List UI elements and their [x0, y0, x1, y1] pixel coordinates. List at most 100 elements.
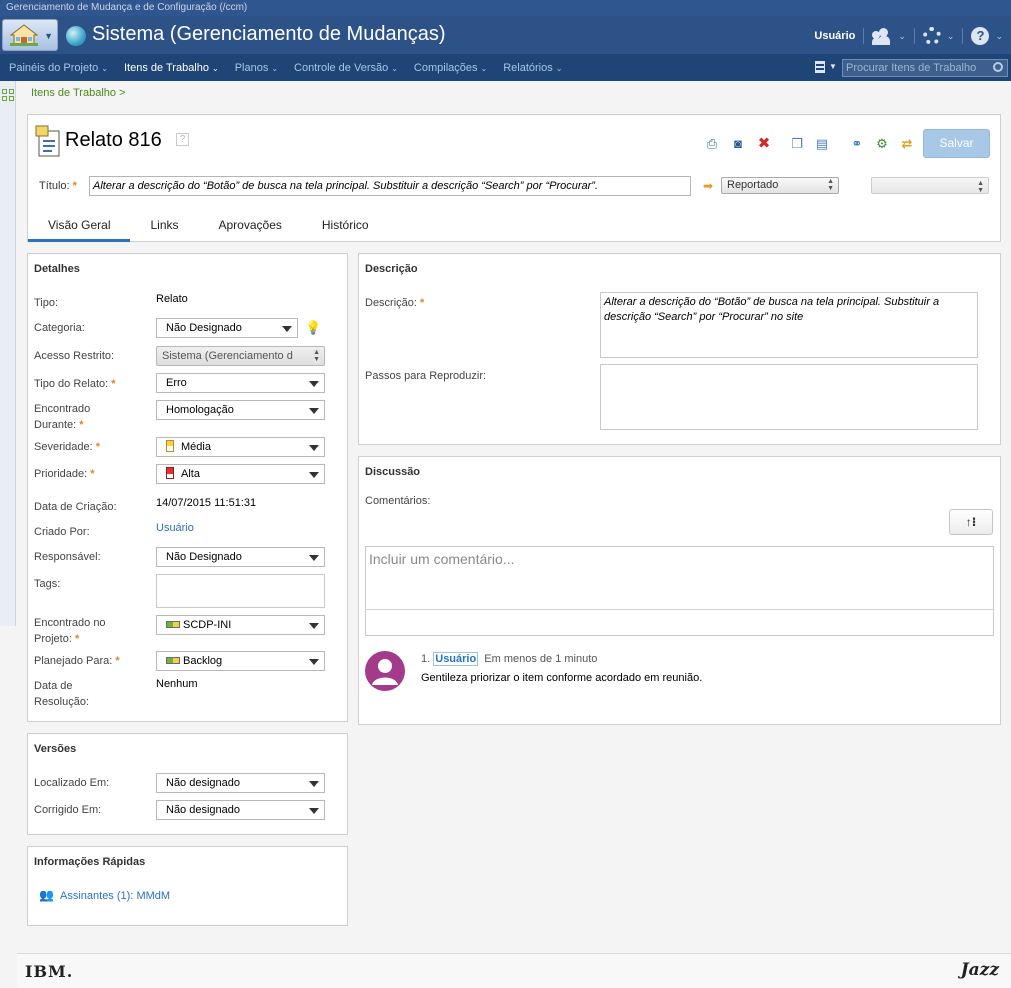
- settings-icon[interactable]: ⚙: [873, 135, 891, 153]
- steps-field[interactable]: [600, 364, 978, 430]
- duplicate-icon[interactable]: ❐: [788, 135, 806, 153]
- gear-icon[interactable]: [922, 27, 941, 45]
- menu-item-dashboards[interactable]: Painéis do Projeto ⌄: [9, 62, 108, 74]
- menu-item-plans[interactable]: Planos ⌄: [235, 62, 278, 74]
- iteration-icon: [166, 657, 180, 664]
- found-in-select[interactable]: Não designado: [156, 773, 325, 793]
- fixed-in-select[interactable]: Não designado: [156, 800, 325, 820]
- search-placeholder: Procurar Itens de Trabalho: [846, 62, 977, 74]
- work-item-header: Relato 816 ? ⎙ ◙ ✖ ❐ ▤ ⚭ ⚙ ⇄ Salvar Títu…: [27, 114, 1001, 242]
- category-select[interactable]: Não Designado: [156, 318, 298, 338]
- sort-comments-button[interactable]: ↑⁝: [949, 509, 993, 535]
- divider: [366, 609, 993, 610]
- found-in-project-select[interactable]: SCDP-INI: [156, 615, 325, 635]
- quick-info-heading: Informações Rápidas: [34, 856, 146, 868]
- iteration-icon: [166, 621, 180, 628]
- comment-author-link[interactable]: Usuário: [433, 652, 479, 666]
- fixed-in-label: Corrigido Em:: [34, 804, 102, 816]
- users-icon[interactable]: [872, 27, 892, 45]
- comment-index: 1.: [421, 653, 431, 665]
- list-icon[interactable]: [815, 61, 825, 73]
- tags-input[interactable]: [156, 574, 325, 608]
- tab-history[interactable]: Histórico: [302, 213, 389, 242]
- type-label: Tipo:: [34, 297, 59, 309]
- comments-label: Comentários:: [365, 495, 431, 507]
- report-type-label: Tipo do Relato: *: [34, 378, 116, 390]
- search-icon[interactable]: [993, 62, 1003, 72]
- state-select[interactable]: Reportado ▲ ▼: [721, 177, 839, 194]
- priority-label: Prioridade: *: [34, 468, 95, 480]
- camera-icon[interactable]: ◙: [729, 135, 747, 153]
- delete-icon[interactable]: ✖: [755, 135, 773, 153]
- description-field[interactable]: Alterar a descrição do “Botão” de busca …: [600, 292, 978, 358]
- breadcrumb[interactable]: Itens de Trabalho >: [31, 87, 125, 99]
- menu-item-reports[interactable]: Relatórios ⌄: [503, 62, 562, 74]
- description-label: Descrição: *: [365, 297, 425, 309]
- tags-label: Tags:: [34, 578, 61, 590]
- tab-links[interactable]: Links: [130, 213, 198, 242]
- top-strip: Gerenciamento de Mudança e de Configuraç…: [0, 0, 1011, 16]
- left-rail: [0, 81, 16, 626]
- work-item-title: Relato 816: [65, 129, 162, 151]
- dashboard-grid-icon[interactable]: [2, 89, 14, 101]
- created-by-link[interactable]: Usuário: [156, 522, 194, 534]
- chevron-down-icon: ▼: [44, 31, 53, 41]
- jazz-logo: Jazz: [960, 960, 999, 980]
- versions-panel: Versões Localizado Em: Não designado Cor…: [27, 733, 348, 835]
- comment-editor[interactable]: Incluir um comentário...: [365, 546, 994, 636]
- found-in-project-label: Encontrado no Projeto: *: [34, 617, 106, 645]
- copy-icon[interactable]: ▤: [813, 135, 831, 153]
- help-icon[interactable]: ?: [176, 133, 189, 146]
- details-panel: Detalhes Tipo: Relato Categoria: Não Des…: [27, 253, 348, 722]
- quick-info-panel: Informações Rápidas 👥 Assinantes (1): MM…: [27, 846, 348, 926]
- versions-heading: Versões: [34, 743, 77, 755]
- search-input[interactable]: Procurar Itens de Trabalho: [842, 59, 1008, 77]
- avatar: [365, 651, 405, 691]
- resolution-date-value: Nenhum: [156, 678, 198, 690]
- tab-approvals[interactable]: Aprovações: [199, 213, 302, 242]
- planned-for-select[interactable]: Backlog: [156, 651, 325, 671]
- menu-item-work-items[interactable]: Itens de Trabalho ⌄: [124, 62, 219, 74]
- subscribers-link[interactable]: Assinantes (1): MMdM: [60, 888, 170, 904]
- discussion-heading: Discussão: [365, 466, 421, 478]
- header-actions: Usuário ⌄ ⌄ ? ⌄: [814, 25, 1003, 47]
- comment-placeholder: Incluir um comentário...: [369, 551, 515, 567]
- category-label: Categoria:: [34, 322, 85, 334]
- restricted-access-select[interactable]: Sistema (Gerenciamento d ▲ ▼: [156, 346, 325, 366]
- globe-icon: [66, 26, 86, 46]
- created-by-label: Criado Por:: [34, 526, 90, 538]
- help-icon[interactable]: ?: [971, 27, 990, 45]
- chevron-down-icon[interactable]: ⌄: [898, 31, 906, 42]
- owner-select[interactable]: Não Designado: [156, 547, 325, 567]
- subscribers-icon: 👥: [39, 888, 54, 902]
- resolution-date-label: Data de Resolução:: [34, 680, 90, 708]
- chevron-down-icon[interactable]: ⌄: [947, 31, 955, 42]
- severity-select[interactable]: Média: [156, 437, 325, 457]
- found-during-select[interactable]: Homologação: [156, 400, 325, 420]
- menu-item-source-control[interactable]: Controle de Versão ⌄: [294, 62, 398, 74]
- refresh-icon[interactable]: ⇄: [898, 135, 916, 153]
- restricted-access-label: Acesso Restrito:: [34, 350, 115, 362]
- action-select[interactable]: ▲ ▼: [871, 177, 989, 194]
- save-button[interactable]: Salvar: [923, 129, 990, 158]
- user-menu[interactable]: Usuário: [814, 30, 855, 42]
- title-field[interactable]: Alterar a descrição do “Botão” de busca …: [89, 176, 691, 196]
- found-in-label: Localizado Em:: [34, 777, 110, 789]
- details-heading: Detalhes: [34, 263, 80, 275]
- chevron-down-icon[interactable]: ▼: [829, 62, 837, 71]
- severity-label: Severidade: *: [34, 441, 101, 453]
- creation-date-value: 14/07/2015 11:51:31: [156, 497, 257, 509]
- chevron-down-icon[interactable]: ⌄: [995, 31, 1003, 42]
- priority-select[interactable]: Alta: [156, 464, 325, 484]
- type-value: Relato: [156, 293, 188, 305]
- print-icon[interactable]: ⎙: [703, 135, 721, 153]
- app-header: ▼ Sistema (Gerenciamento de Mudanças) Us…: [0, 16, 1011, 54]
- comment-header: 1. Usuário Em menos de 1 minuto: [421, 652, 597, 666]
- report-type-select[interactable]: Erro: [156, 373, 325, 393]
- sort-icon: ↑⁝: [965, 515, 977, 529]
- category-hint-icon[interactable]: 💡: [305, 320, 321, 336]
- menu-item-builds[interactable]: Compilações ⌄: [414, 62, 487, 74]
- home-button[interactable]: ▼: [2, 19, 58, 51]
- tab-overview[interactable]: Visão Geral: [28, 213, 131, 242]
- link-icon[interactable]: ⚭: [848, 135, 866, 153]
